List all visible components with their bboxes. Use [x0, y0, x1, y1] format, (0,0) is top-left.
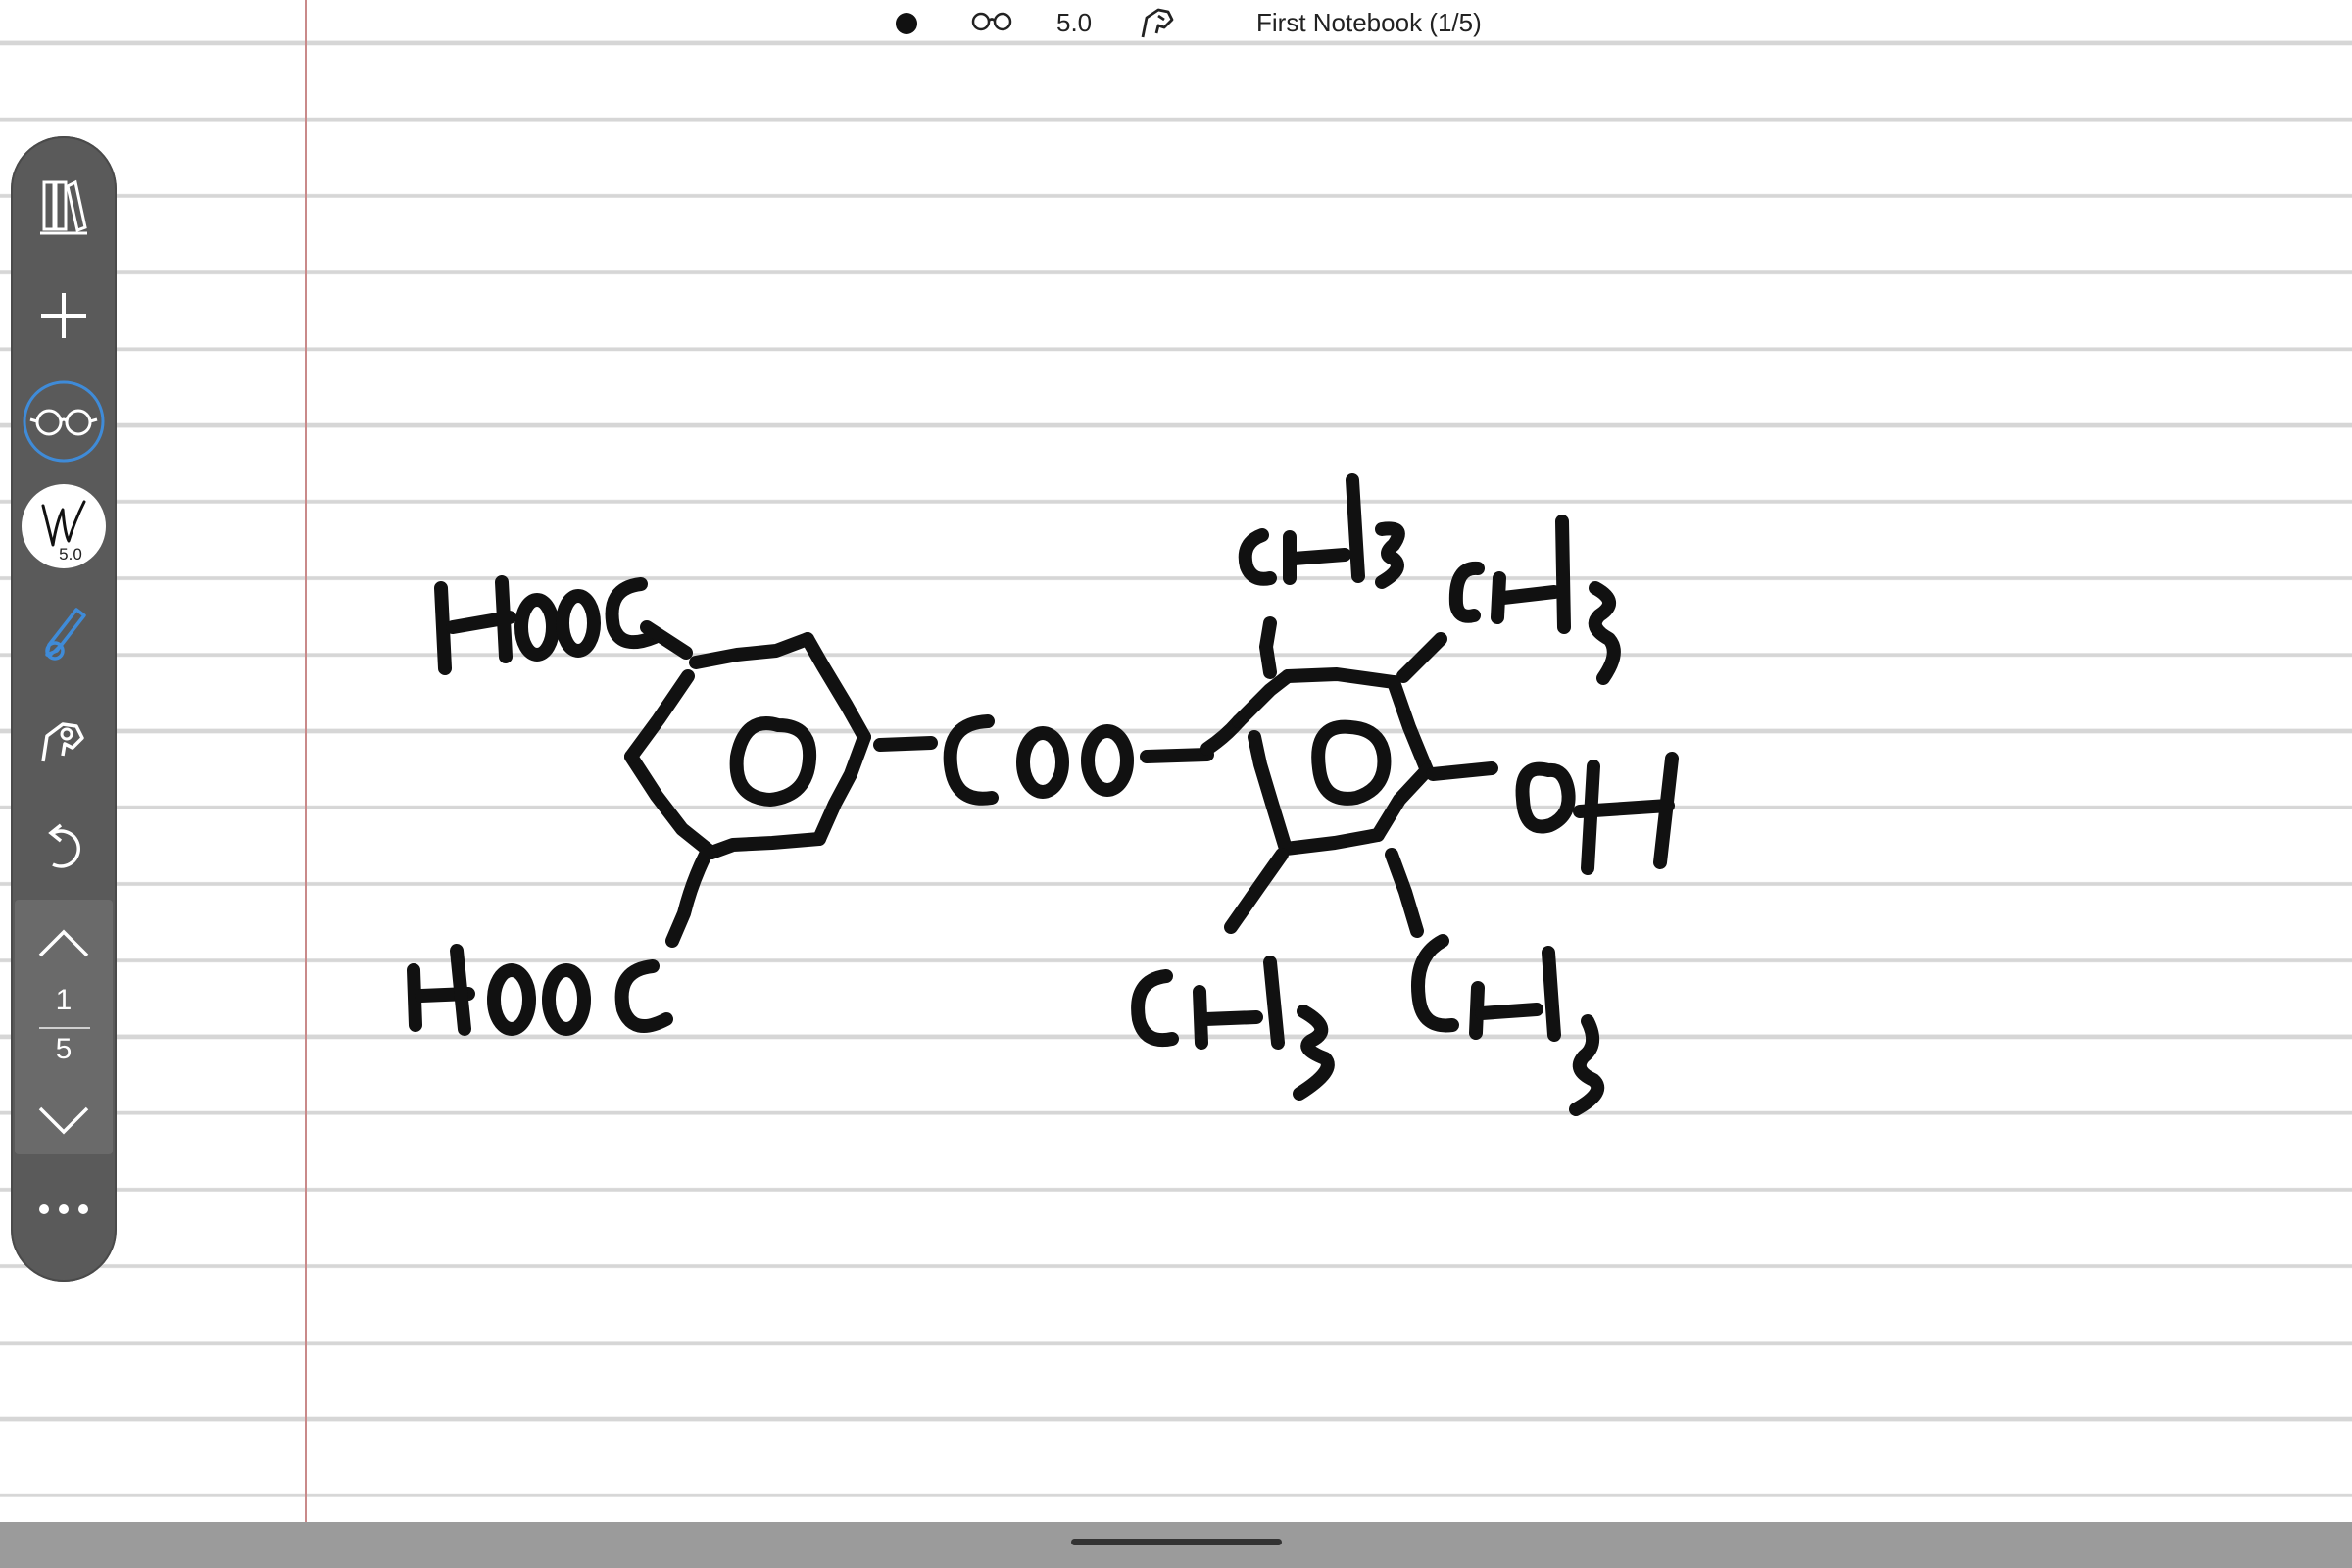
- handwriting-canvas[interactable]: [0, 0, 2352, 1568]
- handwriting-coo: [873, 714, 1246, 806]
- handwriting-ch3-bottom-left: [1131, 848, 1335, 1101]
- handwriting-ch3-bottom-right: [1385, 848, 1605, 1116]
- handwriting-hooc-bottom: [407, 848, 712, 1036]
- home-indicator[interactable]: [1071, 1539, 1282, 1545]
- handwriting-oh: [1426, 752, 1679, 875]
- handwriting-ring-left: [624, 632, 871, 859]
- handwriting-ch3-top-left: [1238, 473, 1405, 679]
- handwriting-ring-right: [1232, 667, 1434, 856]
- handwriting-hooc-top: [434, 575, 693, 675]
- handwriting-ch3-top-right: [1396, 514, 1621, 685]
